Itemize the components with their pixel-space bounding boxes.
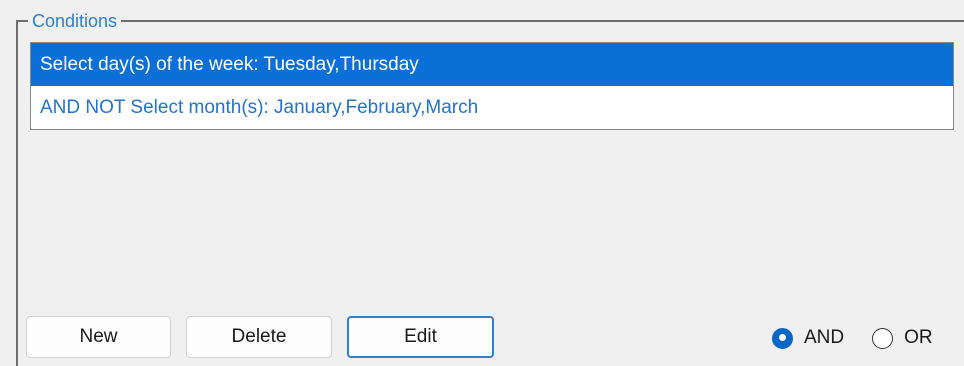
delete-button[interactable]: Delete — [186, 316, 332, 358]
logic-radio-group: AND OR — [772, 322, 933, 354]
conditions-list[interactable]: Select day(s) of the week: Tuesday,Thurs… — [30, 42, 954, 130]
conditions-group-title: Conditions — [28, 9, 122, 33]
condition-list-item[interactable]: Select day(s) of the week: Tuesday,Thurs… — [31, 43, 953, 86]
edit-button[interactable]: Edit — [347, 316, 494, 358]
or-radio-button[interactable] — [872, 327, 894, 349]
conditions-panel: Conditions Select day(s) of the week: Tu… — [0, 0, 964, 366]
and-radio-option[interactable]: AND — [772, 327, 844, 349]
condition-list-item[interactable]: AND NOT Select month(s): January,Februar… — [31, 86, 953, 129]
or-radio-option[interactable]: OR — [872, 327, 933, 349]
new-button[interactable]: New — [26, 316, 171, 358]
and-radio-label[interactable]: AND — [804, 327, 844, 349]
or-radio-label[interactable]: OR — [904, 327, 933, 349]
and-radio-button[interactable] — [772, 327, 793, 349]
